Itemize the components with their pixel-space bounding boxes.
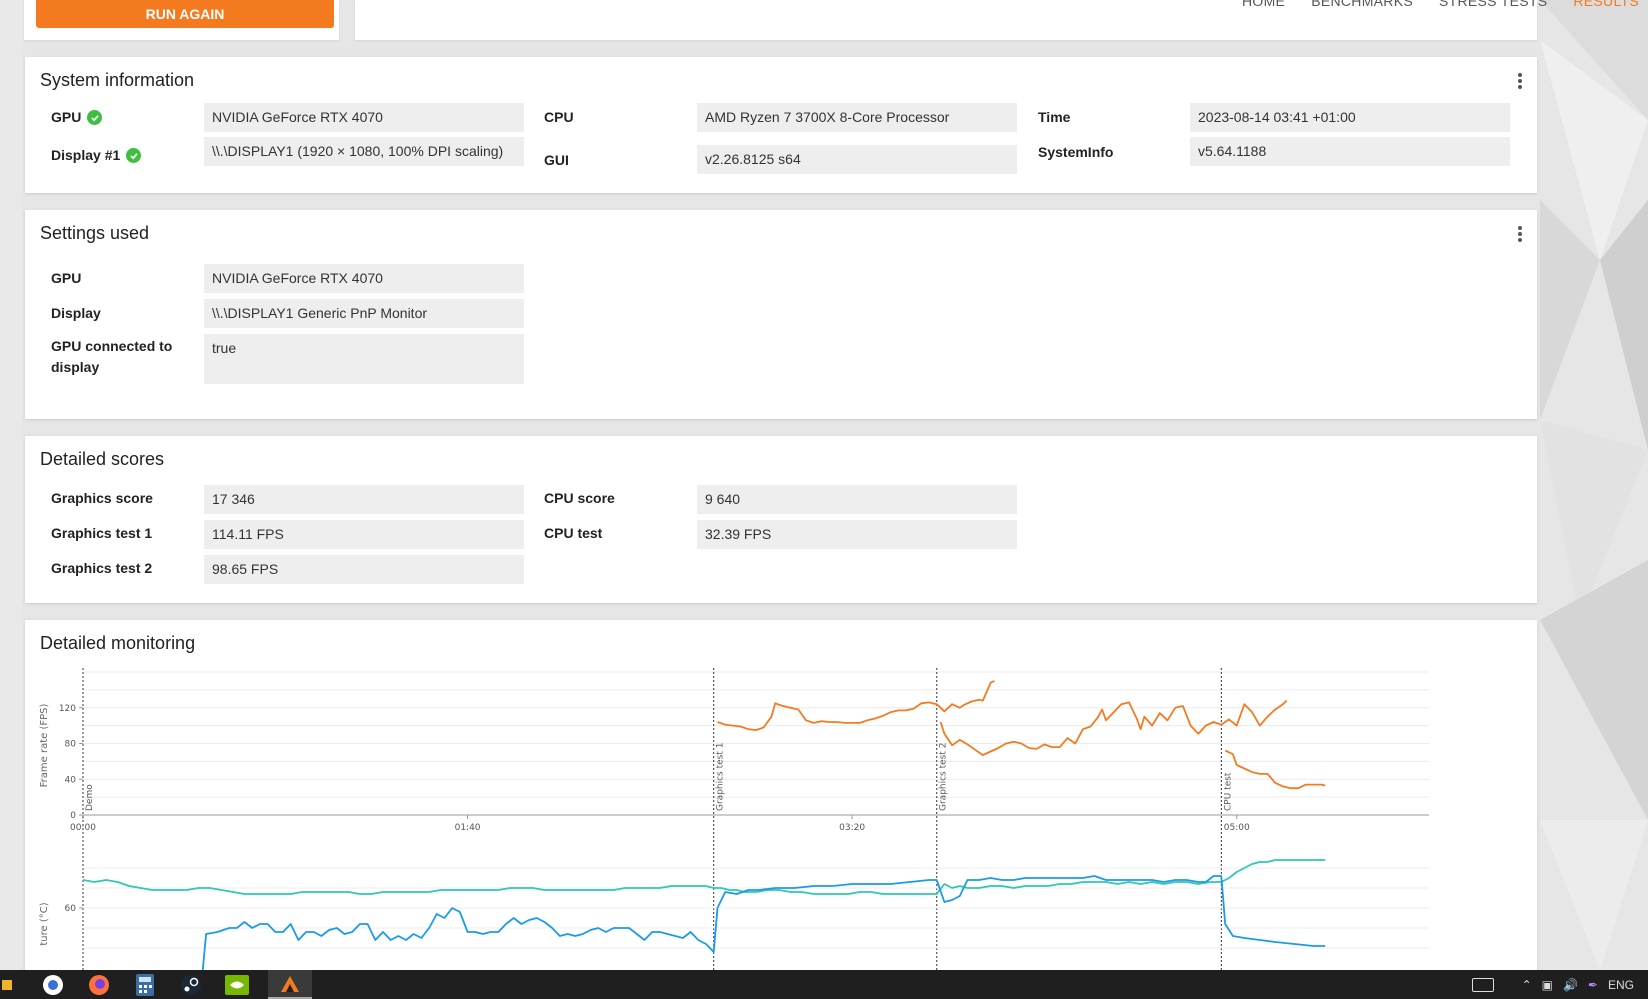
windows-start-icon[interactable] [0,970,14,999]
settings-display-label: Display [51,305,101,321]
cpu-score-label: CPU score [544,490,615,506]
graphics-test-1-value: 114.11 FPS [204,520,524,549]
run-again-button[interactable]: RUN AGAIN [36,0,334,28]
system-tray: ⌃ ▣ 🔊 ✒ ENG [1471,970,1648,999]
media-player-icon[interactable] [38,970,68,999]
frame-rate-series-line [717,680,995,731]
steam-icon[interactable] [176,970,206,999]
systeminfo-value: v5.64.1188 [1190,137,1510,166]
system-information-menu-icon[interactable] [1517,72,1523,90]
detailed-monitoring-card: Detailed monitoring 0 40 80 120 00:00 01:40 03… [25,620,1537,980]
display-label-row: Display #1 [51,145,142,166]
phase-marker-label: Graphics test 1 [716,743,726,811]
cpu-label: CPU [544,109,574,125]
settings-used-card: Settings used GPU NVIDIA GeForce RTX 407… [25,210,1537,419]
gpu-value: NVIDIA GeForce RTX 4070 [204,103,524,132]
y-tick-label: 0 [70,811,76,821]
gpu-connected-label-line2: display [51,359,100,375]
phase-marker-label: Demo [85,784,95,811]
speaker-icon[interactable]: 🔊 [1563,978,1578,992]
check-icon [87,110,103,125]
display-value: \\.\DISPLAY1 (1920 × 1080, 100% DPI scal… [204,137,524,166]
x-tick-label: 05:00 [1224,823,1250,833]
phase-marker-label: Graphics test 2 [939,743,949,811]
systeminfo-label: SystemInfo [1038,144,1114,160]
graphics-test-1-label: Graphics test 1 [51,525,153,541]
monitoring-charts: 0408012000:00 01:40 03:20 05:00Frame rate (… [39,668,1429,980]
cpu-score-value: 9 640 [697,485,1017,514]
gpu-label: GPU [51,109,82,125]
frame-rate-series-line [1224,749,1326,790]
gui-value: v2.26.8125 s64 [697,145,1017,174]
chevron-up-icon[interactable]: ⌃ [1522,978,1532,992]
gui-label: GUI [544,152,569,168]
calculator-icon[interactable] [130,970,160,999]
nav-results[interactable]: RESULTS [1573,0,1639,9]
graphics-test-2-value: 98.65 FPS [204,555,524,584]
top-navigation: HOME BENCHMARKS STRESS TESTS RESULTS [1242,0,1639,9]
graphics-test-2-label: Graphics test 2 [51,560,153,576]
detailed-scores-card: Detailed scores Graphics score 17 346 Gr… [25,436,1537,603]
temperature-series-line-gpu [82,859,1326,895]
settings-gpu-value: NVIDIA GeForce RTX 4070 [204,264,524,293]
graphics-score-label: Graphics score [51,490,153,506]
settings-display-value: \\.\DISPLAY1 Generic PnP Monitor [204,299,524,328]
gpu-connected-label: GPU connected to display [51,336,172,378]
y-tick-label: 60 [65,904,77,914]
cpu-test-label: CPU test [544,525,603,541]
settings-gpu-label: GPU [51,270,82,286]
frame-rate-series-line [939,699,1288,756]
nvidia-icon[interactable] [222,970,252,999]
detailed-scores-title: Detailed scores [40,449,165,469]
time-value: 2023-08-14 03:41 +01:00 [1190,103,1510,132]
y-axis-label: ture (°C) [39,902,50,945]
gpu-label-row: GPU [51,107,103,128]
y-tick-label: 80 [65,740,77,750]
phase-marker-label: CPU test [1223,772,1233,811]
y-axis-label: Frame rate (FPS) [39,704,50,788]
nav-home[interactable]: HOME [1242,0,1285,9]
y-tick-label: 40 [65,775,77,785]
display-label: Display #1 [51,147,121,163]
network-icon[interactable]: ▣ [1542,978,1553,992]
cpu-test-value: 32.39 FPS [697,520,1017,549]
gpu-connected-label-line1: GPU connected to [51,338,173,354]
nav-stress-tests[interactable]: STRESS TESTS [1439,0,1547,9]
check-icon [126,148,142,163]
system-information-title: System information [40,70,195,90]
system-information-card: System information GPU NVIDIA GeForce RT… [25,57,1537,193]
taskbar: ⌃ ▣ 🔊 ✒ ENG [0,970,1648,999]
language-indicator[interactable]: ENG [1608,978,1634,992]
nav-benchmarks[interactable]: BENCHMARKS [1311,0,1413,9]
y-tick-label: 120 [59,704,76,714]
firefox-icon[interactable] [84,970,114,999]
x-tick-label: 03:20 [839,823,865,833]
x-tick-label: 01:40 [455,823,481,833]
pen-icon[interactable]: ✒ [1588,978,1598,992]
time-label: Time [1038,109,1071,125]
3dmark-icon[interactable] [268,970,312,999]
news-icon[interactable] [1471,977,1494,992]
settings-used-title: Settings used [40,223,150,243]
graphics-score-value: 17 346 [204,485,524,514]
gpu-connected-value: true [204,334,524,384]
settings-used-menu-icon[interactable] [1517,225,1523,243]
cpu-value: AMD Ryzen 7 3700X 8-Core Processor [697,103,1017,132]
